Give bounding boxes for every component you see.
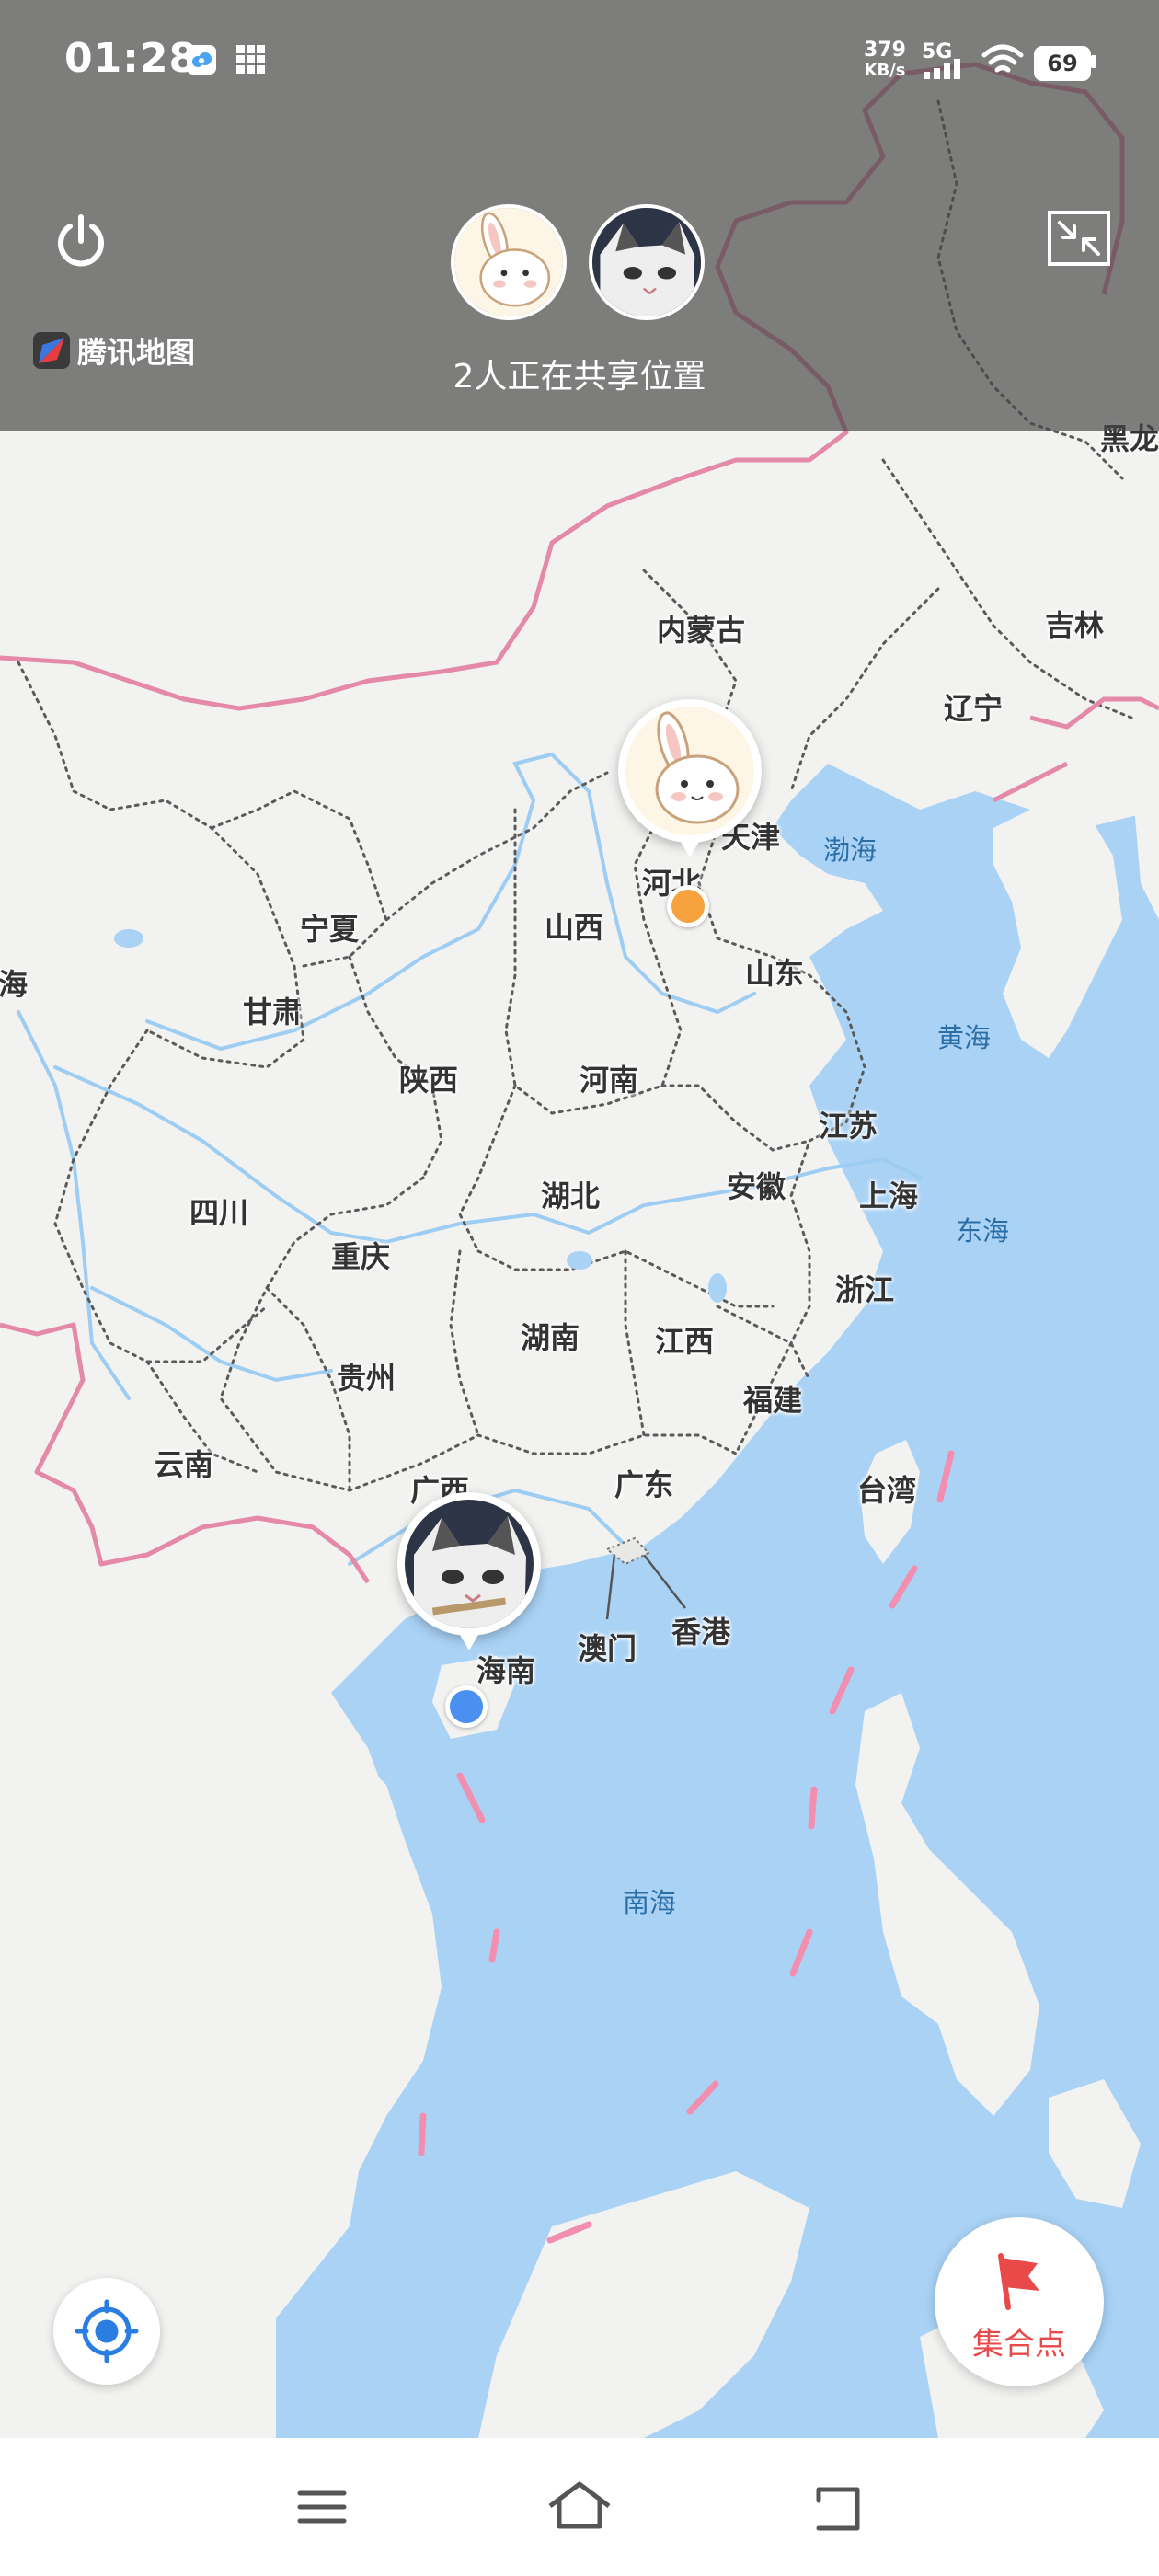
map-label: 台湾 <box>856 1473 917 1508</box>
locate-icon <box>75 2299 139 2363</box>
sea-label: 东海 <box>955 1215 1010 1247</box>
map-label: 广东 <box>614 1467 674 1502</box>
flag-icon <box>998 2253 1039 2310</box>
map-label: 宁夏 <box>299 912 360 947</box>
user-marker-rabbit[interactable] <box>618 699 765 874</box>
map-label: 江西 <box>654 1324 715 1359</box>
map-label: 山西 <box>544 910 604 945</box>
map-label: 四川 <box>189 1195 249 1230</box>
collapse-icon[interactable] <box>1047 210 1111 267</box>
map-label: 辽宁 <box>943 691 1004 726</box>
map-label: 上海 <box>858 1179 919 1213</box>
battery-icon <box>1091 55 1096 68</box>
user-location-dot-blue <box>445 1685 488 1728</box>
sea-label: 黄海 <box>936 1022 992 1053</box>
sea-label: 渤海 <box>822 834 878 866</box>
home-icon <box>548 2481 611 2529</box>
map-label: 内蒙古 <box>656 613 746 648</box>
net-speed: 379 KB/s <box>857 40 912 81</box>
map-label: 浙江 <box>834 1272 895 1307</box>
map-label: 安徽 <box>726 1169 786 1204</box>
back-icon <box>816 2487 860 2531</box>
power-icon[interactable] <box>48 210 114 276</box>
status-time: 01:28 <box>64 35 199 82</box>
home-button[interactable] <box>543 2475 616 2539</box>
system-nav-bar <box>0 2438 1159 2576</box>
grid-app-icon <box>235 44 267 79</box>
locate-button[interactable] <box>53 2278 160 2385</box>
user-location-dot-orange <box>667 885 709 927</box>
menu-button[interactable] <box>285 2475 359 2539</box>
map-label: 澳门 <box>577 1631 637 1666</box>
sea-label: 南海 <box>622 1887 677 1918</box>
map-label: 吉林 <box>1044 608 1105 643</box>
user-marker-cat[interactable] <box>397 1492 545 1667</box>
sharing-status-text: 2人正在共享位置 <box>453 358 706 396</box>
net-speed-unit: KB/s <box>864 61 906 80</box>
back-button[interactable] <box>800 2475 874 2539</box>
map-label: 贵州 <box>336 1361 396 1396</box>
wifi-icon <box>981 42 1025 81</box>
battery-level: 69 <box>1034 46 1091 81</box>
rabbit-avatar-icon <box>625 707 754 835</box>
map-label: 重庆 <box>330 1239 391 1274</box>
map-label: 云南 <box>154 1447 214 1482</box>
map-label: 江苏 <box>818 1109 878 1144</box>
cat-avatar-icon <box>405 1500 534 1628</box>
map-label: 陕西 <box>398 1063 459 1098</box>
cloud-sync-icon <box>186 44 217 79</box>
map-label: 海 <box>0 967 29 1002</box>
map-label: 湖南 <box>520 1320 580 1355</box>
net-speed-value: 379 <box>864 39 906 62</box>
avatar-rabbit[interactable] <box>451 204 567 320</box>
map-label: 山东 <box>744 956 805 991</box>
menu-icon <box>297 2490 347 2524</box>
gather-point-button[interactable]: 集合点 <box>935 2217 1104 2386</box>
status-bar: 01:28 379 KB/s 5G 69 <box>0 0 1159 120</box>
avatar-cat[interactable] <box>589 204 705 320</box>
map-label: 甘肃 <box>242 995 303 1029</box>
map-label: 香港 <box>671 1615 731 1650</box>
gather-point-label: 集合点 <box>972 2326 1066 2363</box>
signal-icon <box>924 59 966 83</box>
map-label: 福建 <box>742 1383 803 1418</box>
map-label: 湖北 <box>540 1179 601 1213</box>
map-label: 河南 <box>579 1063 639 1098</box>
